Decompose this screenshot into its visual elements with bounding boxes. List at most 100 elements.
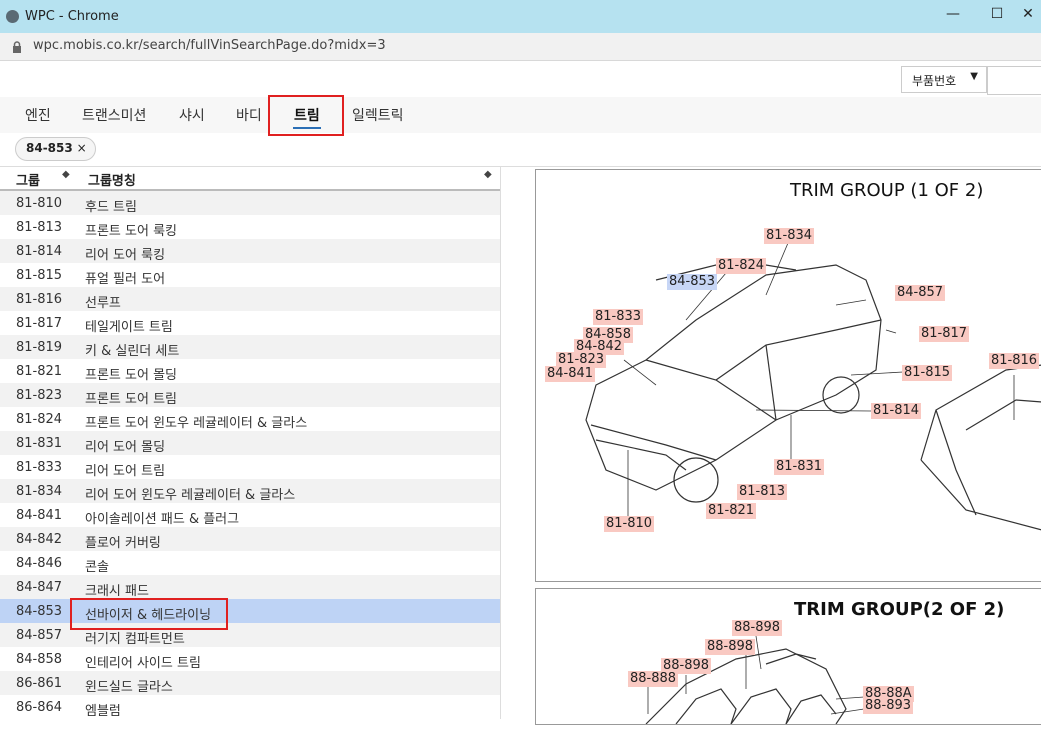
callout-label[interactable]: 81-833 <box>593 309 644 325</box>
callout-label[interactable]: 88-893 <box>863 698 914 714</box>
group-name: 프론트 도어 몰딩 <box>85 368 177 383</box>
callout-label[interactable]: 81-834 <box>764 228 815 244</box>
search-type-select[interactable]: 부품번호 ▼ <box>901 66 987 93</box>
group-code: 81-824 <box>16 412 63 427</box>
table-row[interactable]: 81-819 키 & 실린더 세트 <box>0 335 500 359</box>
group-name: 엠블럼 <box>85 704 121 719</box>
group-name: 프론트 도어 룩킹 <box>85 224 177 239</box>
search-type-value: 부품번호 <box>912 74 957 88</box>
header-group-name[interactable]: 그룹명칭 <box>88 170 136 189</box>
table-row[interactable]: 81-810 후드 트림 <box>0 191 500 215</box>
table-row[interactable]: 81-813 프론트 도어 룩킹 <box>0 215 500 239</box>
tab-engine[interactable]: 엔진 <box>25 105 51 125</box>
chevron-down-icon: ▼ <box>970 71 978 82</box>
table-row[interactable]: 81-817 테일게이트 트림 <box>0 311 500 335</box>
group-name: 인테리어 사이드 트림 <box>85 656 201 671</box>
table-row[interactable]: 81-834 리어 도어 윈도우 레귤레이터 & 글라스 <box>0 479 500 503</box>
group-code: 84-841 <box>16 508 63 523</box>
maximize-button[interactable]: ☐ <box>982 6 1012 26</box>
callout-label[interactable]: 84-853 <box>667 274 718 290</box>
group-code: 86-861 <box>16 676 63 691</box>
table-row[interactable]: 84-841 아이솔레이션 패드 & 플러그 <box>0 503 500 527</box>
browser-title-bar: WPC - Chrome — ☐ ✕ <box>0 0 1041 33</box>
group-code: 84-847 <box>16 580 63 595</box>
callout-label[interactable]: 81-831 <box>774 459 825 475</box>
url-text[interactable]: wpc.mobis.co.kr/search/fullVinSearchPage… <box>33 38 386 53</box>
tab-chassis[interactable]: 샤시 <box>179 105 205 125</box>
tab-transmission[interactable]: 트랜스미션 <box>82 105 146 125</box>
group-code: 81-810 <box>16 196 63 211</box>
table-row[interactable]: 86-864 엠블럼 <box>0 695 500 719</box>
callout-label[interactable]: 81-814 <box>871 403 922 419</box>
callout-label[interactable]: 81-816 <box>989 353 1040 369</box>
callout-label[interactable]: 81-815 <box>902 365 953 381</box>
group-name: 리어 도어 윈도우 레귤레이터 & 글라스 <box>85 488 296 503</box>
group-name: 리어 도어 룩킹 <box>85 248 166 263</box>
table-row[interactable]: 81-815 퓨얼 필러 도어 <box>0 263 500 287</box>
close-button[interactable]: ✕ <box>1013 6 1041 26</box>
group-code: 81-819 <box>16 340 63 355</box>
list-header: 그룹 ◆ 그룹명칭 ◆ <box>0 167 500 191</box>
list-body: 81-810 후드 트림 81-813 프론트 도어 룩킹 81-814 리어 도어 룩킹… <box>0 191 500 719</box>
group-name: 프론트 도어 윈도우 레귤레이터 & 글라스 <box>85 416 308 431</box>
header-group[interactable]: 그룹 <box>16 170 40 189</box>
table-row[interactable]: 81-814 리어 도어 룩킹 <box>0 239 500 263</box>
table-row[interactable]: 84-847 크래시 패드 <box>0 575 500 599</box>
group-name: 콘솔 <box>85 560 109 575</box>
group-name: 윈드실드 글라스 <box>85 680 173 695</box>
table-row[interactable]: 81-831 리어 도어 몰딩 <box>0 431 500 455</box>
callout-label[interactable]: 81-810 <box>604 516 655 532</box>
table-row[interactable]: 84-858 인테리어 사이드 트림 <box>0 647 500 671</box>
callout-label[interactable]: 81-824 <box>716 258 767 274</box>
minimize-button[interactable]: — <box>938 6 968 26</box>
tab-electric[interactable]: 일렉트릭 <box>352 105 404 125</box>
group-name: 리어 도어 트림 <box>85 464 166 479</box>
table-row[interactable]: 81-823 프론트 도어 트림 <box>0 383 500 407</box>
group-name: 후드 트림 <box>85 200 137 215</box>
window-title: WPC - Chrome <box>25 9 119 24</box>
group-code: 81-831 <box>16 436 63 451</box>
callout-label[interactable]: 81-821 <box>706 503 757 519</box>
sort-icon[interactable]: ◆ <box>484 169 492 180</box>
diagram-trim-group-2[interactable]: TRIM GROUP(2 OF 2) 88-898 88-898 88-898 … <box>535 588 1041 725</box>
table-row[interactable]: 84-842 플로어 커버링 <box>0 527 500 551</box>
group-code: 81-833 <box>16 460 63 475</box>
row-highlight-box <box>70 598 228 630</box>
table-row[interactable]: 81-816 선루프 <box>0 287 500 311</box>
diagram-trim-group-1[interactable]: TRIM GROUP (1 OF 2) 81-834 81-824 84-853… <box>535 169 1041 582</box>
address-bar[interactable]: wpc.mobis.co.kr/search/fullVinSearchPage… <box>0 33 1041 61</box>
search-input[interactable] <box>987 66 1041 95</box>
search-area: 부품번호 ▼ <box>901 66 1041 95</box>
group-code: 81-813 <box>16 220 63 235</box>
sort-icon[interactable]: ◆ <box>62 169 70 180</box>
globe-icon <box>6 10 19 23</box>
callout-label[interactable]: 88-898 <box>705 639 756 655</box>
callout-label[interactable]: 84-841 <box>545 366 596 382</box>
group-name: 퓨얼 필러 도어 <box>85 272 166 287</box>
table-row[interactable]: 81-833 리어 도어 트림 <box>0 455 500 479</box>
callout-label[interactable]: 88-898 <box>732 620 783 636</box>
callout-label[interactable]: 88-888 <box>628 671 679 687</box>
table-row[interactable]: 84-846 콘솔 <box>0 551 500 575</box>
group-code: 81-821 <box>16 364 63 379</box>
group-code: 81-815 <box>16 268 63 283</box>
tab-body[interactable]: 바디 <box>236 105 262 125</box>
callout-label[interactable]: 81-817 <box>919 326 970 342</box>
callout-label[interactable]: 81-813 <box>737 484 788 500</box>
table-row[interactable]: 81-824 프론트 도어 윈도우 레귤레이터 & 글라스 <box>0 407 500 431</box>
filter-chip-label: 84-853 <box>26 141 73 155</box>
group-name: 아이솔레이션 패드 & 플러그 <box>85 512 240 527</box>
tab-highlight-box <box>268 95 344 136</box>
group-name: 러기지 컴파트먼트 <box>85 632 185 647</box>
group-code: 84-858 <box>16 652 63 667</box>
callout-label[interactable]: 84-857 <box>895 285 946 301</box>
table-row[interactable]: 86-861 윈드실드 글라스 <box>0 671 500 695</box>
table-row[interactable]: 81-821 프론트 도어 몰딩 <box>0 359 500 383</box>
group-code: 81-816 <box>16 292 63 307</box>
filter-chip[interactable]: 84-853 × <box>15 137 96 161</box>
group-code: 84-842 <box>16 532 63 547</box>
group-list: 그룹 ◆ 그룹명칭 ◆ 81-810 후드 트림 81-813 프론트 도어 룩킹 81… <box>0 167 501 719</box>
group-code: 81-817 <box>16 316 63 331</box>
lock-icon <box>13 41 21 53</box>
chip-close-icon[interactable]: × <box>77 141 87 155</box>
